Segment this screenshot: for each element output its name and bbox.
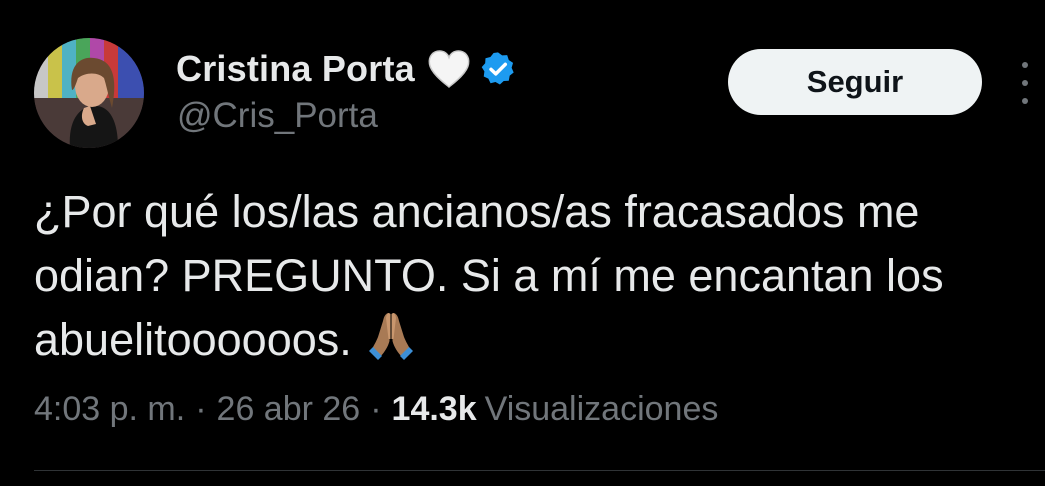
divider xyxy=(34,470,1045,471)
tweet-time[interactable]: 4:03 p. m. xyxy=(34,390,185,429)
more-dot xyxy=(1022,62,1028,68)
tweet-text-line: ¿Por qué los/las ancianos/as fracasados … xyxy=(34,186,920,237)
views-count[interactable]: 14.3k xyxy=(392,390,477,429)
folded-hands-icon xyxy=(364,309,418,363)
avatar[interactable] xyxy=(34,38,144,148)
tweet-card: Cristina Porta @Cris_Porta Seguir ¿Por q… xyxy=(0,0,1045,486)
avatar-image xyxy=(34,38,144,148)
more-dot xyxy=(1022,80,1028,86)
tweet-text-line: abuelitoooooos. xyxy=(34,314,352,365)
author-name-row: Cristina Porta xyxy=(176,45,517,93)
follow-button[interactable]: Seguir xyxy=(728,49,982,115)
tweet-metadata: 4:03 p. m. · 26 abr 26 · 14.3k Visualiza… xyxy=(34,390,718,429)
more-options-icon[interactable] xyxy=(1014,62,1036,104)
tweet-date[interactable]: 26 abr 26 xyxy=(217,390,361,429)
author-display-name[interactable]: Cristina Porta xyxy=(176,48,415,90)
meta-separator: · xyxy=(195,390,207,428)
tweet-text-line-last: abuelitoooooos. xyxy=(34,308,1034,372)
verified-badge-icon[interactable] xyxy=(479,50,517,88)
tweet-text: ¿Por qué los/las ancianos/as fracasados … xyxy=(34,180,1034,372)
author-handle[interactable]: @Cris_Porta xyxy=(177,96,378,136)
views-label[interactable]: Visualizaciones xyxy=(485,390,719,429)
tweet-text-line: odian? PREGUNTO. Si a mí me encantan los xyxy=(34,250,944,301)
meta-separator: · xyxy=(370,390,382,428)
more-dot xyxy=(1022,98,1028,104)
white-heart-icon xyxy=(427,49,471,89)
